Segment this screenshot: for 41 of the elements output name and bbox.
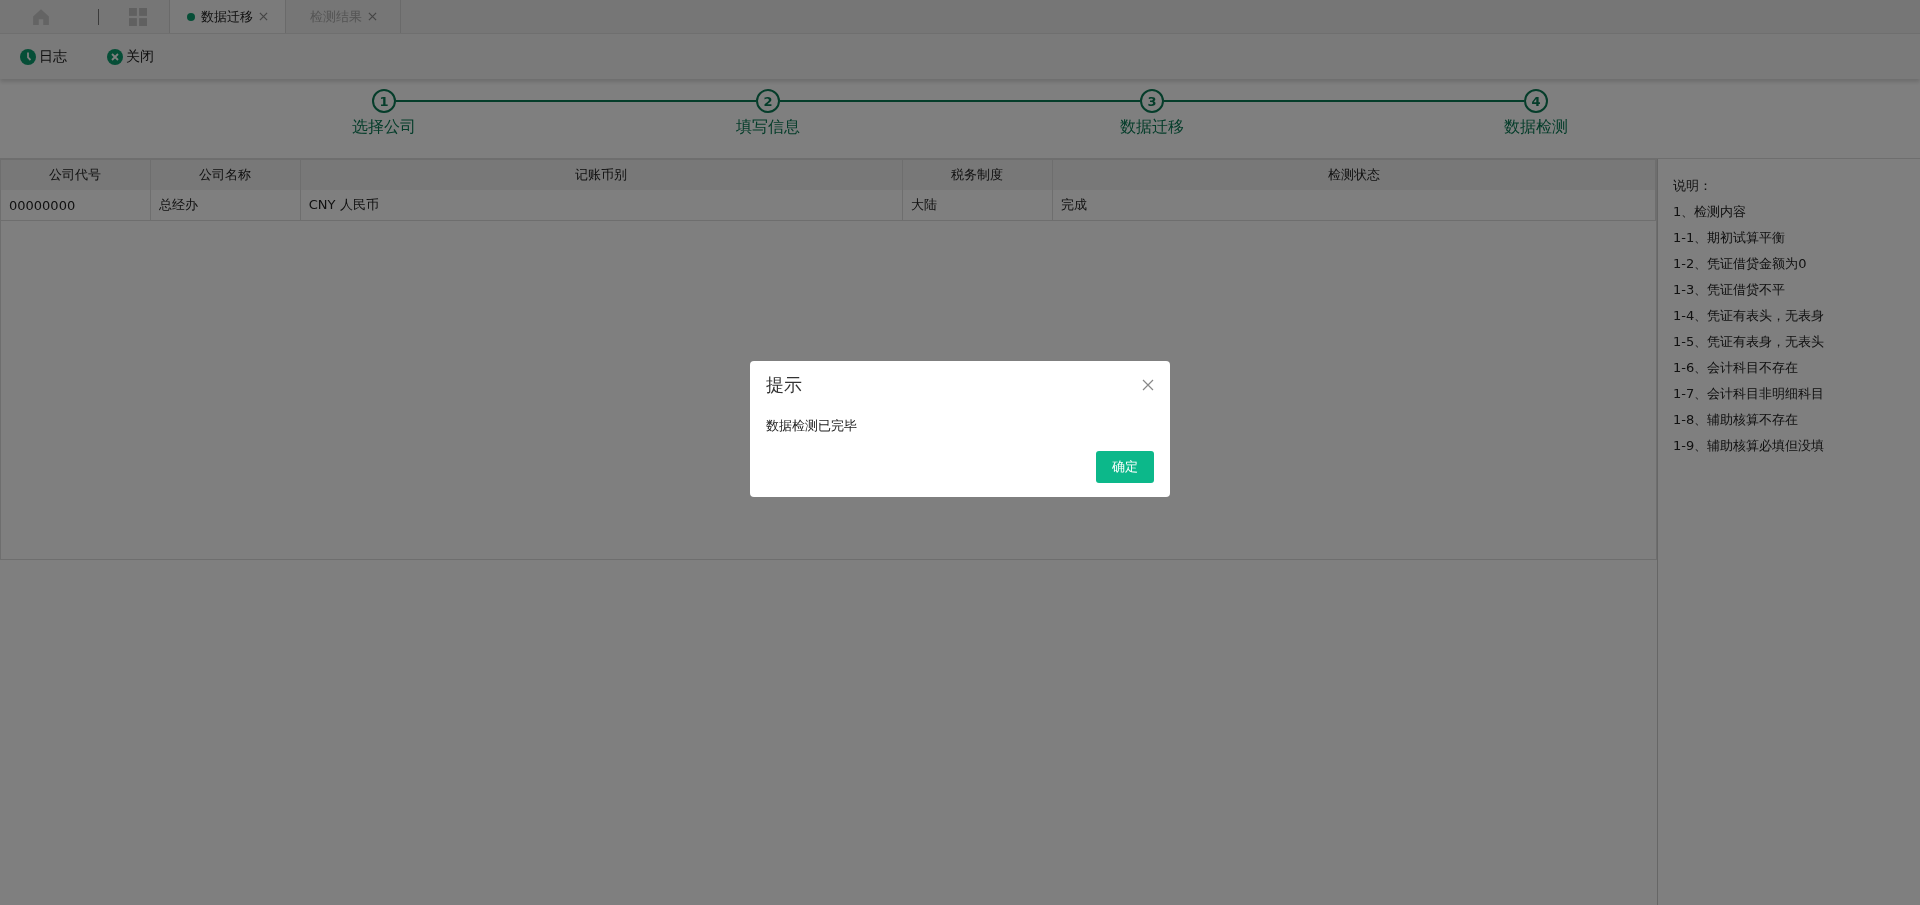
step-label: 数据迁移 [1120,117,1184,138]
step-number: 3 [1140,89,1164,113]
step-number: 4 [1524,89,1548,113]
note-text: 1-2、凭证借贷金额为0 [1673,255,1808,273]
status-dot [187,12,195,21]
close-icon[interactable] [259,12,268,21]
notes-title: 说明： [1673,177,1713,195]
note-text: 1-3、凭证借贷不平 [1673,281,1787,299]
step-label: 填写信息 [736,117,800,138]
toolbar-button[interactable]: 关闭 [107,47,154,66]
step-label: 选择公司 [352,117,416,138]
note-text: 1-1、期初试算平衡 [1673,229,1787,247]
note-text: 1-5、凭证有表身，无表头 [1673,333,1826,351]
close-icon[interactable] [367,12,377,21]
close-icon [107,48,123,65]
clock-icon [20,48,36,65]
note-text: 1-9、辅助核算必填但没填 [1673,437,1826,455]
tab[interactable]: 数据迁移 [169,0,285,33]
step-number: 1 [372,89,396,113]
note-text: 1-6、会计科目不存在 [1673,359,1800,377]
step-label: 数据检测 [1504,117,1568,138]
step-number: 2 [756,89,780,113]
table-cell: 大陆 [902,190,1053,220]
table-cell: 完成 [1052,190,1656,220]
table-cell: 00000000 [1,190,151,220]
close-icon[interactable] [1142,379,1154,391]
column-header: 税务制度 [902,160,1053,190]
dialog-message: 数据检测已完毕 [766,417,858,435]
column-header: 记账币别 [300,160,903,190]
toolbar-button[interactable]: 日志 [20,47,67,66]
column-header: 公司名称 [150,160,301,190]
dialog-title: 提示 [766,373,802,397]
note-text: 1、检测内容 [1673,203,1748,221]
note-text: 1-7、会计科目非明细科目 [1673,385,1826,403]
column-header: 检测状态 [1052,160,1656,190]
column-header: 公司代号 [1,160,151,190]
note-text: 1-4、凭证有表头，无表身 [1673,307,1826,325]
confirm-button[interactable]: 确定 [1096,451,1154,483]
note-text: 1-8、辅助核算不存在 [1673,411,1800,429]
table-cell: 总经办 [150,190,301,220]
table-cell: CNY 人民币 [300,190,903,220]
